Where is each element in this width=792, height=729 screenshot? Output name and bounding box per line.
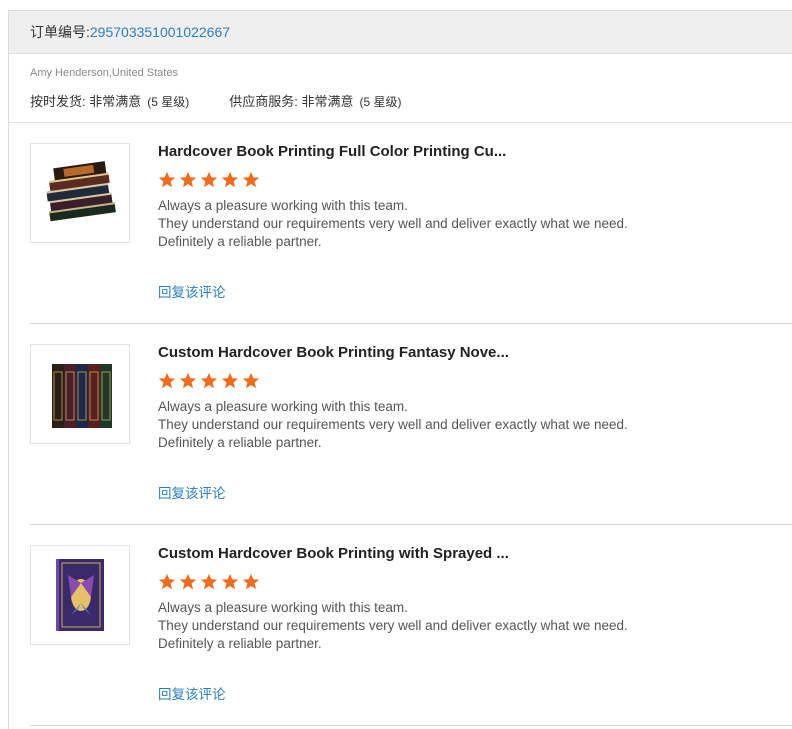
reply-review-link[interactable]: 回复该评论 (158, 482, 226, 502)
product-title[interactable]: Custom Hardcover Book Printing with Spra… (158, 545, 792, 563)
star-icon (158, 573, 176, 590)
star-icon (179, 573, 197, 590)
review-comment: Always a pleasure working with this team… (158, 399, 628, 450)
star-icon (179, 171, 197, 188)
review-comment: Always a pleasure working with this team… (158, 198, 628, 249)
star-icon (221, 573, 239, 590)
product-title[interactable]: Hardcover Book Printing Full Color Print… (158, 143, 792, 161)
star-rating (158, 171, 792, 189)
review-content: Hardcover Book Printing Full Color Print… (158, 143, 792, 251)
star-icon (158, 171, 176, 188)
star-icon (200, 573, 218, 590)
book-stack-image (46, 161, 116, 222)
book-set-image (52, 364, 112, 428)
review-content: Custom Hardcover Book Printing Fantasy N… (158, 344, 792, 452)
star-icon (221, 372, 239, 389)
reply-review-link[interactable]: 回复该评论 (158, 683, 226, 703)
order-review-panel: 订单编号: 295703351001022667 Amy Henderson,Un… (8, 10, 792, 729)
order-number[interactable]: 295703351001022667 (90, 24, 230, 40)
star-icon (242, 573, 260, 590)
star-icon (200, 372, 218, 389)
product-title[interactable]: Custom Hardcover Book Printing Fantasy N… (158, 344, 792, 362)
star-rating (158, 372, 792, 390)
review-item: Custom Hardcover Book Printing with Spra… (30, 525, 792, 726)
product-thumbnail[interactable] (30, 344, 130, 444)
review-item: Hardcover Book Printing Full Color Print… (30, 123, 792, 324)
order-header: 订单编号: 295703351001022667 (9, 11, 792, 54)
rating-shipping-label: 按时发货: 非常满意 (30, 94, 142, 109)
product-thumbnail[interactable] (30, 545, 130, 645)
star-icon (221, 171, 239, 188)
buyer-info: Amy Henderson,United States 按时发货: 非常满意 (5… (9, 54, 792, 123)
buyer-name: Amy Henderson,United States (30, 67, 178, 79)
rating-shipping: 按时发货: 非常满意 (5 星级) (30, 91, 189, 110)
star-icon (200, 171, 218, 188)
rating-shipping-stars: (5 星级) (147, 95, 190, 109)
star-icon (179, 372, 197, 389)
book-cover-image (56, 559, 104, 631)
review-content: Custom Hardcover Book Printing with Spra… (158, 545, 792, 653)
rating-service-stars: (5 星级) (359, 95, 402, 109)
review-item: Custom Hardcover Book Printing Fantasy N… (30, 324, 792, 525)
star-icon (158, 372, 176, 389)
order-number-label: 订单编号: (30, 24, 90, 40)
star-rating (158, 573, 792, 591)
star-icon (242, 171, 260, 188)
star-icon (242, 372, 260, 389)
product-thumbnail[interactable] (30, 143, 130, 243)
review-comment: Always a pleasure working with this team… (158, 600, 628, 651)
rating-service: 供应商服务: 非常满意 (5 星级) (229, 91, 401, 110)
reply-review-link[interactable]: 回复该评论 (158, 281, 226, 301)
rating-service-label: 供应商服务: 非常满意 (229, 94, 354, 109)
store-ratings: 按时发货: 非常满意 (5 星级) 供应商服务: 非常满意 (5 星级) (30, 91, 771, 110)
